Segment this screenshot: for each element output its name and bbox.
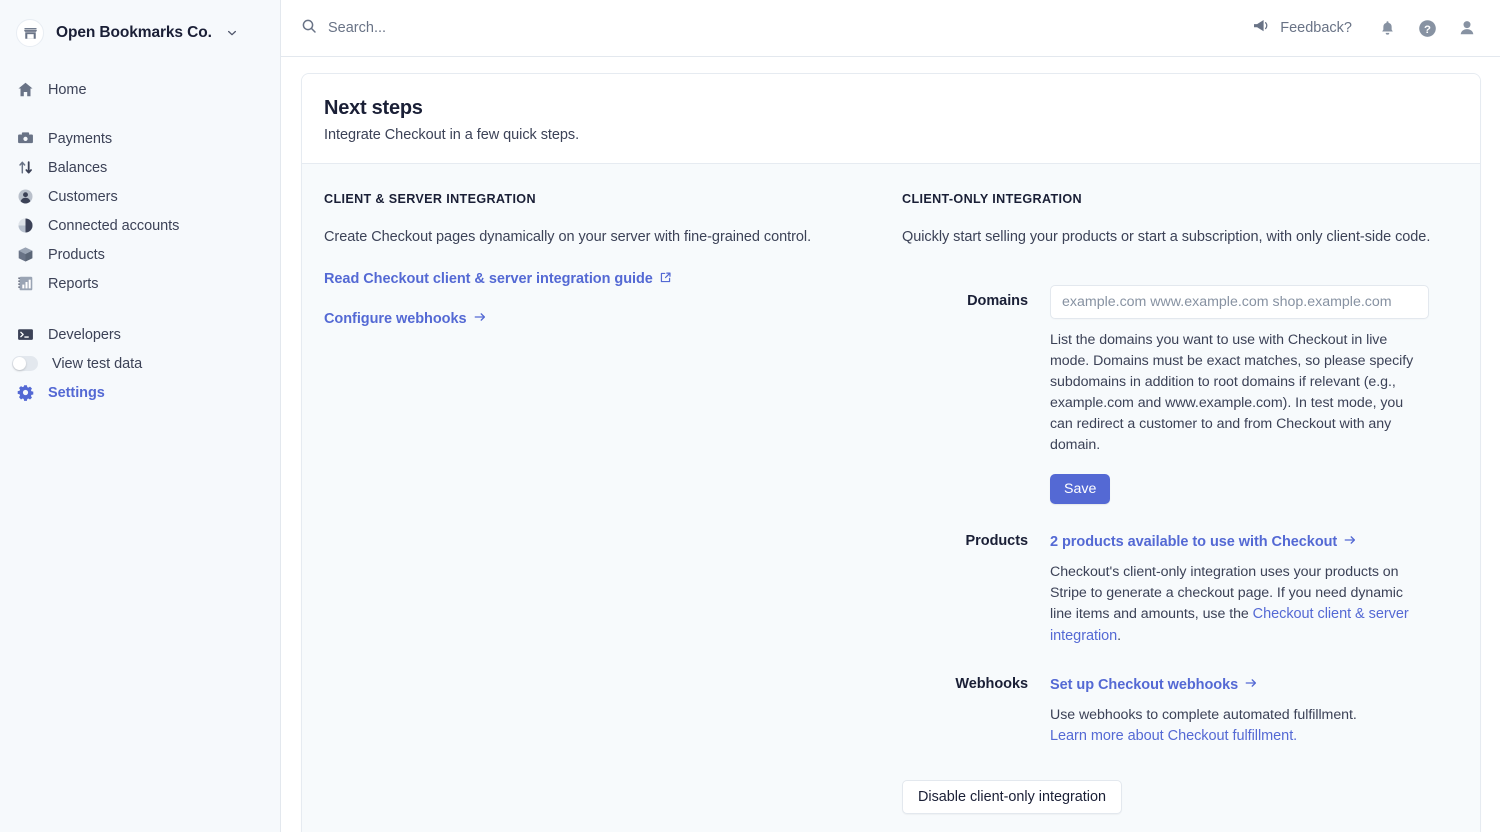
sidebar-item-label: Reports bbox=[48, 275, 99, 292]
products-available-label: 2 products available to use with Checkou… bbox=[1050, 534, 1338, 551]
bell-icon[interactable] bbox=[1376, 17, 1398, 39]
account-switcher[interactable]: Open Bookmarks Co. bbox=[0, 13, 280, 53]
products-field-row: Products 2 products available to use wit… bbox=[902, 533, 1458, 647]
sidebar-item-label: Developers bbox=[48, 326, 121, 343]
toggle-off-icon[interactable] bbox=[12, 356, 38, 371]
webhooks-help-sentence: Use webhooks to complete automated fulfi… bbox=[1050, 707, 1357, 724]
sidebar-item-label: Home bbox=[48, 81, 87, 98]
learn-more-checkout-fulfillment-link[interactable]: Learn more about Checkout fulfillment. bbox=[1050, 728, 1297, 744]
card-body: CLIENT & SERVER INTEGRATION Create Check… bbox=[302, 164, 1480, 832]
products-label: Products bbox=[965, 533, 1029, 550]
home-icon bbox=[16, 81, 34, 99]
payments-icon bbox=[16, 130, 34, 148]
nav-group-business: Payments Balances Customers Connected ac… bbox=[0, 124, 280, 298]
nav-group-developer: Developers View test data Settings bbox=[0, 320, 280, 407]
setup-checkout-webhooks-link[interactable]: Set up Checkout webhooks bbox=[1050, 676, 1258, 694]
card-header: Next steps Integrate Checkout in a few q… bbox=[302, 74, 1480, 164]
sidebar-item-label: Connected accounts bbox=[48, 217, 180, 234]
disable-client-only-integration-button[interactable]: Disable client-only integration bbox=[902, 779, 1122, 814]
sidebar-item-label: Balances bbox=[48, 159, 108, 176]
client-only-description: Quickly start selling your products or s… bbox=[902, 229, 1431, 245]
products-box-icon bbox=[16, 246, 34, 264]
toggle-knob bbox=[13, 357, 26, 370]
client-server-description: Create Checkout pages dynamically on you… bbox=[324, 229, 812, 245]
customers-person-icon bbox=[16, 188, 34, 206]
sidebar-item-label: Settings bbox=[48, 384, 105, 401]
domains-field-row: Domains List the domains you want to use… bbox=[902, 285, 1458, 505]
page-title: Next steps bbox=[324, 97, 423, 119]
balances-arrows-icon bbox=[16, 159, 34, 177]
chevron-down-icon[interactable] bbox=[226, 27, 238, 39]
domains-input[interactable] bbox=[1050, 285, 1429, 320]
megaphone-icon bbox=[1253, 18, 1271, 39]
products-help-text: Checkout's client-only integration uses … bbox=[1050, 562, 1422, 647]
search-icon bbox=[301, 18, 317, 39]
user-avatar-icon[interactable] bbox=[1456, 17, 1478, 39]
read-guide-link-row: Read Checkout client & server integratio… bbox=[324, 270, 902, 288]
sidebar-item-connected-accounts[interactable]: Connected accounts bbox=[0, 211, 280, 240]
read-integration-guide-link[interactable]: Read Checkout client & server integratio… bbox=[324, 271, 672, 288]
storefront-icon bbox=[16, 19, 44, 47]
save-button[interactable]: Save bbox=[1050, 474, 1111, 505]
configure-webhooks-link-row: Configure webhooks bbox=[324, 310, 902, 328]
sidebar-item-products[interactable]: Products bbox=[0, 240, 280, 269]
search-placeholder: Search... bbox=[328, 20, 387, 36]
nav-group-primary: Home bbox=[0, 75, 280, 104]
sidebar-item-view-test-data[interactable]: View test data bbox=[0, 349, 280, 378]
main-area: Search... Feedback? ? Next steps Integra… bbox=[281, 0, 1500, 832]
external-link-icon bbox=[659, 271, 672, 288]
feedback-label: Feedback? bbox=[1280, 20, 1352, 36]
webhooks-label: Webhooks bbox=[955, 676, 1028, 693]
disable-integration-row: Disable client-only integration bbox=[902, 779, 1458, 814]
sidebar-item-label: Customers bbox=[48, 188, 118, 205]
sidebar-item-developers[interactable]: Developers bbox=[0, 320, 280, 349]
sidebar-item-balances[interactable]: Balances bbox=[0, 153, 280, 182]
products-field-content: 2 products available to use with Checkou… bbox=[1050, 533, 1430, 647]
page-content: Next steps Integrate Checkout in a few q… bbox=[281, 57, 1500, 832]
sidebar-item-customers[interactable]: Customers bbox=[0, 182, 280, 211]
connected-accounts-pie-icon bbox=[16, 217, 34, 235]
products-available-link[interactable]: 2 products available to use with Checkou… bbox=[1050, 533, 1357, 551]
products-help-after: . bbox=[1117, 627, 1122, 644]
domains-field-content: List the domains you want to use with Ch… bbox=[1050, 285, 1430, 505]
domains-help-text: List the domains you want to use with Ch… bbox=[1050, 332, 1414, 454]
page-subtitle: Integrate Checkout in a few quick steps. bbox=[324, 127, 580, 143]
arrow-right-icon bbox=[1343, 533, 1357, 551]
gear-icon bbox=[16, 384, 34, 402]
svg-text:?: ? bbox=[1424, 23, 1431, 35]
sidebar-item-label: View test data bbox=[52, 355, 143, 372]
developers-terminal-icon bbox=[16, 326, 34, 344]
webhooks-field-content: Set up Checkout webhooks Use webhooks to bbox=[1050, 676, 1430, 747]
topbar-actions: Feedback? ? bbox=[1253, 17, 1478, 39]
sidebar-item-label: Payments bbox=[48, 130, 113, 147]
setup-checkout-webhooks-label: Set up Checkout webhooks bbox=[1050, 677, 1239, 694]
help-circle-icon[interactable]: ? bbox=[1416, 17, 1438, 39]
sidebar-item-settings[interactable]: Settings bbox=[0, 378, 280, 407]
search-input[interactable]: Search... bbox=[301, 18, 1253, 39]
webhooks-field-row: Webhooks Set up Checkout webhooks Use we… bbox=[902, 676, 1458, 747]
app-root: Open Bookmarks Co. Home Payments Balance… bbox=[0, 0, 1500, 832]
webhooks-help-text: Use webhooks to complete automated fulfi… bbox=[1050, 705, 1422, 747]
arrow-right-icon bbox=[473, 310, 487, 328]
client-server-integration-column: CLIENT & SERVER INTEGRATION Create Check… bbox=[324, 192, 902, 814]
domains-label: Domains bbox=[967, 293, 1028, 310]
configure-webhooks-link[interactable]: Configure webhooks bbox=[324, 310, 487, 328]
arrow-right-icon bbox=[1244, 676, 1258, 694]
configure-webhooks-label: Configure webhooks bbox=[324, 311, 467, 328]
sidebar-item-payments[interactable]: Payments bbox=[0, 124, 280, 153]
sidebar: Open Bookmarks Co. Home Payments Balance… bbox=[0, 0, 281, 832]
sidebar-item-home[interactable]: Home bbox=[0, 75, 280, 104]
client-only-integration-column: CLIENT-ONLY INTEGRATION Quickly start se… bbox=[902, 192, 1458, 814]
feedback-button[interactable]: Feedback? bbox=[1253, 18, 1352, 39]
next-steps-card: Next steps Integrate Checkout in a few q… bbox=[301, 73, 1481, 832]
account-name: Open Bookmarks Co. bbox=[56, 24, 212, 41]
sidebar-item-reports[interactable]: Reports bbox=[0, 269, 280, 298]
sidebar-item-label: Products bbox=[48, 246, 105, 263]
top-bar: Search... Feedback? ? bbox=[281, 0, 1500, 57]
read-integration-guide-label: Read Checkout client & server integratio… bbox=[324, 271, 653, 288]
reports-bar-chart-icon bbox=[16, 275, 34, 293]
client-server-section-label: CLIENT & SERVER INTEGRATION bbox=[324, 192, 536, 206]
client-only-section-label: CLIENT-ONLY INTEGRATION bbox=[902, 192, 1082, 206]
